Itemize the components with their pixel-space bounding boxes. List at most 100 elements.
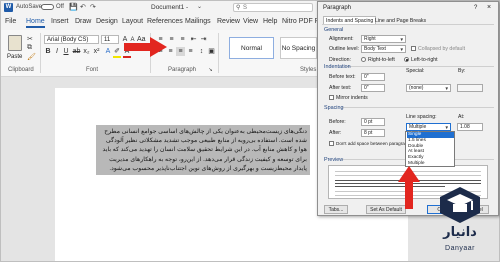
document-title: Document1 - bbox=[151, 4, 189, 11]
paste-label[interactable]: Paste bbox=[7, 54, 22, 60]
special-value: (none) bbox=[409, 85, 424, 91]
danyaar-logo-icon bbox=[440, 187, 480, 223]
tab-review[interactable]: Review bbox=[217, 18, 240, 25]
search-icon: ⚲ bbox=[236, 5, 241, 11]
text-effects-icon[interactable]: A bbox=[104, 47, 112, 56]
line-spacing-dropdown: Single 1.5 lines Double At least Exactly… bbox=[405, 131, 455, 167]
autosave-toggle[interactable] bbox=[41, 4, 54, 10]
alignment-value: Right bbox=[364, 36, 376, 42]
direction-rtl-radio[interactable] bbox=[361, 57, 366, 62]
after-text-label: After text: bbox=[329, 85, 352, 91]
chevron-down-icon: ▼ bbox=[444, 86, 449, 91]
highlight-color-icon[interactable]: ✐ bbox=[113, 47, 121, 58]
autosave-state: Off bbox=[56, 4, 64, 10]
outline-level-select[interactable]: Body Text ▼ bbox=[361, 45, 406, 53]
general-heading: General bbox=[324, 27, 344, 33]
chevron-down-icon: ▼ bbox=[399, 37, 404, 42]
subscript-icon[interactable]: x₂ bbox=[82, 47, 91, 56]
collapsed-label: Collapsed by default bbox=[418, 46, 466, 52]
direction-ltr-label: Left-to-right bbox=[411, 57, 438, 63]
red-arrow-annotation bbox=[398, 166, 420, 209]
paste-icon[interactable] bbox=[8, 35, 22, 51]
section-divider bbox=[342, 107, 494, 108]
search-placeholder: S bbox=[243, 5, 248, 11]
outline-level-value: Body Text bbox=[364, 46, 386, 52]
direction-label: Direction: bbox=[329, 57, 351, 63]
style-normal[interactable]: Normal bbox=[229, 37, 274, 59]
search-box[interactable]: ⚲ S bbox=[233, 3, 313, 12]
at-label: At: bbox=[458, 114, 465, 120]
title-chevron-icon[interactable]: ⌄ bbox=[197, 3, 202, 10]
tab-insert[interactable]: Insert bbox=[51, 18, 69, 25]
tab-view[interactable]: View bbox=[243, 18, 258, 25]
before-text-label: Before text: bbox=[329, 74, 356, 80]
help-icon[interactable]: ? bbox=[474, 5, 477, 11]
group-label-paragraph: Paragraph bbox=[168, 67, 197, 73]
group-label-clipboard: Clipboard bbox=[8, 67, 34, 73]
spacing-after-label: After: bbox=[329, 130, 342, 136]
superscript-icon[interactable]: x² bbox=[92, 47, 101, 56]
close-icon[interactable]: × bbox=[487, 4, 491, 11]
at-input[interactable]: 1.08 bbox=[457, 123, 483, 131]
section-divider bbox=[346, 66, 494, 67]
undo-icon[interactable]: ↶ bbox=[80, 3, 86, 11]
align-right-icon[interactable]: ≡ bbox=[176, 47, 185, 56]
chevron-down-icon: ▼ bbox=[444, 125, 449, 130]
tab-file[interactable]: File bbox=[5, 18, 16, 25]
line-spacing-label: Line spacing: bbox=[406, 114, 437, 120]
by-input[interactable] bbox=[457, 84, 483, 92]
bold-icon[interactable]: B bbox=[44, 47, 52, 56]
increase-indent-icon[interactable]: ⇥ bbox=[199, 35, 208, 44]
ribbon-divider bbox=[40, 33, 41, 73]
line-spacing-icon[interactable]: ↕ bbox=[197, 47, 206, 56]
spacing-after-input[interactable]: 8 pt bbox=[361, 129, 385, 137]
spacing-heading: Spacing bbox=[324, 105, 344, 111]
numbering-icon[interactable]: ≡ bbox=[167, 35, 176, 44]
tab-mailings[interactable]: Mailings bbox=[185, 18, 211, 25]
italic-icon[interactable]: I bbox=[53, 47, 61, 56]
underline-icon[interactable]: U bbox=[62, 47, 70, 56]
strikethrough-icon[interactable]: ab bbox=[72, 47, 81, 56]
style-no-spacing[interactable]: No Spacing bbox=[280, 37, 317, 59]
after-text-input[interactable]: 0" bbox=[361, 84, 385, 92]
mirror-indents-label: Mirror indents bbox=[336, 95, 368, 101]
direction-rtl-label: Right-to-left bbox=[368, 57, 395, 63]
spacing-before-input[interactable]: 0 pt bbox=[361, 118, 385, 126]
alignment-select[interactable]: Right ▼ bbox=[361, 35, 406, 43]
justify-icon[interactable]: ≡ bbox=[186, 47, 195, 56]
font-size-select[interactable]: 11 bbox=[101, 35, 119, 44]
shading-icon[interactable]: ▣ bbox=[207, 47, 216, 56]
tab-references[interactable]: References bbox=[147, 18, 183, 25]
multilevel-list-icon[interactable]: ≡ bbox=[178, 35, 187, 44]
tab-draw[interactable]: Draw bbox=[75, 18, 91, 25]
selected-paragraph[interactable]: دنگی‌های زیست‌محیطی به‌عنوان یکی از چالش… bbox=[96, 125, 310, 176]
decrease-indent-icon[interactable]: ⇤ bbox=[189, 35, 198, 44]
tab-help[interactable]: Help bbox=[263, 18, 277, 25]
redo-icon[interactable]: ↷ bbox=[90, 3, 96, 11]
cut-icon[interactable]: ✂ bbox=[27, 35, 33, 43]
tab-home[interactable]: Home bbox=[26, 18, 45, 28]
tabs-button[interactable]: Tabs... bbox=[324, 205, 348, 214]
tab-layout[interactable]: Layout bbox=[122, 18, 143, 25]
special-select[interactable]: (none) ▼ bbox=[406, 84, 451, 92]
tab-divider bbox=[322, 24, 494, 25]
format-painter-icon[interactable]: 🖌 bbox=[27, 53, 36, 61]
mirror-indents-checkbox[interactable] bbox=[329, 95, 334, 100]
outline-level-label: Outline level: bbox=[329, 46, 359, 52]
watermark-brand-latin: Danyaar bbox=[445, 245, 475, 252]
dont-add-space-checkbox[interactable] bbox=[329, 141, 334, 146]
alignment-label: Alignment: bbox=[329, 36, 354, 42]
paragraph-settings-launcher-icon[interactable]: ↘ bbox=[207, 66, 214, 75]
preview-line bbox=[335, 186, 445, 187]
collapsed-checkbox[interactable] bbox=[411, 46, 416, 51]
red-arrow-annotation bbox=[124, 37, 167, 57]
spacing-before-label: Before: bbox=[329, 119, 346, 125]
font-name-select[interactable]: Arial (Body CS) bbox=[44, 35, 99, 44]
copy-icon[interactable]: ⧉ bbox=[27, 44, 32, 52]
before-text-input[interactable]: 0" bbox=[361, 73, 385, 81]
special-label: Special: bbox=[406, 68, 425, 74]
line-spacing-select[interactable]: Multiple ▼ bbox=[406, 123, 451, 131]
save-icon[interactable]: 💾 bbox=[69, 3, 78, 11]
direction-ltr-radio[interactable] bbox=[404, 57, 409, 62]
tab-design[interactable]: Design bbox=[96, 18, 118, 25]
